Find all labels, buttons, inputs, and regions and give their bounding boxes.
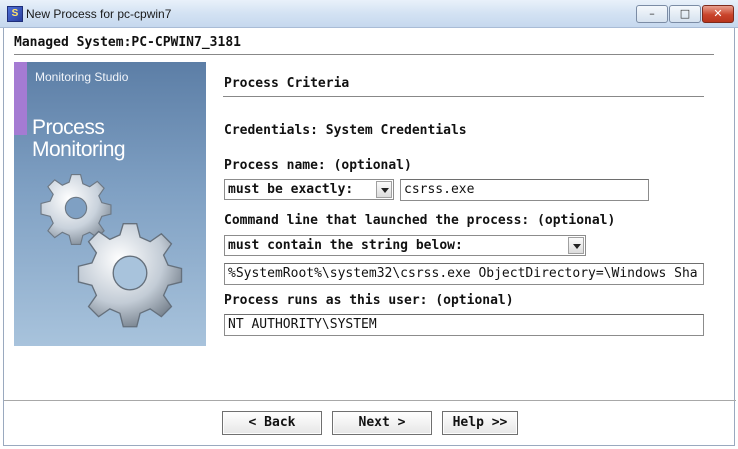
window-title: New Process for pc-cpwin7 xyxy=(26,7,172,21)
process-name-label: Process name: (optional) xyxy=(224,158,412,173)
maximize-button[interactable]: □ xyxy=(669,5,701,23)
footer-divider xyxy=(4,400,736,401)
banner-title-line2: Monitoring xyxy=(32,138,126,161)
large-gear-icon xyxy=(77,223,183,328)
process-name-operator-value: must be exactly: xyxy=(228,182,354,197)
user-label: Process runs as this user: (optional) xyxy=(224,293,514,308)
command-line-input[interactable]: %SystemRoot%\system32\csrss.exe ObjectDi… xyxy=(224,263,704,285)
command-line-label: Command line that launched the process: … xyxy=(224,213,616,228)
chevron-down-icon[interactable] xyxy=(376,181,392,198)
section-title: Process Criteria xyxy=(224,76,350,91)
maximize-icon: □ xyxy=(679,7,691,20)
minimize-button[interactable]: – xyxy=(636,5,668,23)
section-divider xyxy=(223,96,704,97)
help-button[interactable]: Help >> xyxy=(442,411,518,435)
minimize-icon: – xyxy=(649,7,655,20)
side-banner: Monitoring Studio Process Monitoring xyxy=(14,62,206,346)
chevron-down-icon[interactable] xyxy=(568,237,584,254)
close-icon: ✕ xyxy=(713,7,723,20)
close-button[interactable]: ✕ xyxy=(702,5,734,23)
back-button[interactable]: < Back xyxy=(222,411,322,435)
user-input[interactable]: NT AUTHORITY\SYSTEM xyxy=(224,314,704,336)
header-divider xyxy=(14,54,714,55)
credentials-label: Credentials: System Credentials xyxy=(224,123,467,138)
command-line-operator-select[interactable]: must contain the string below: xyxy=(224,235,586,256)
command-line-operator-value: must contain the string below: xyxy=(228,238,463,253)
banner-accent-bar xyxy=(14,62,27,135)
process-name-input[interactable]: csrss.exe xyxy=(400,179,649,201)
process-name-operator-select[interactable]: must be exactly: xyxy=(224,179,394,200)
banner-title: Process Monitoring xyxy=(32,116,126,161)
banner-title-line1: Process xyxy=(32,116,105,139)
banner-subtitle: Monitoring Studio xyxy=(35,70,129,84)
managed-system-label: Managed System:PC-CPWIN7_3181 xyxy=(14,35,241,50)
title-bar: S New Process for pc-cpwin7 – □ ✕ xyxy=(0,0,738,28)
app-icon[interactable]: S xyxy=(7,6,23,22)
dialog-client-area: Managed System:PC-CPWIN7_3181 Monitoring… xyxy=(3,28,736,446)
next-button[interactable]: Next > xyxy=(332,411,432,435)
